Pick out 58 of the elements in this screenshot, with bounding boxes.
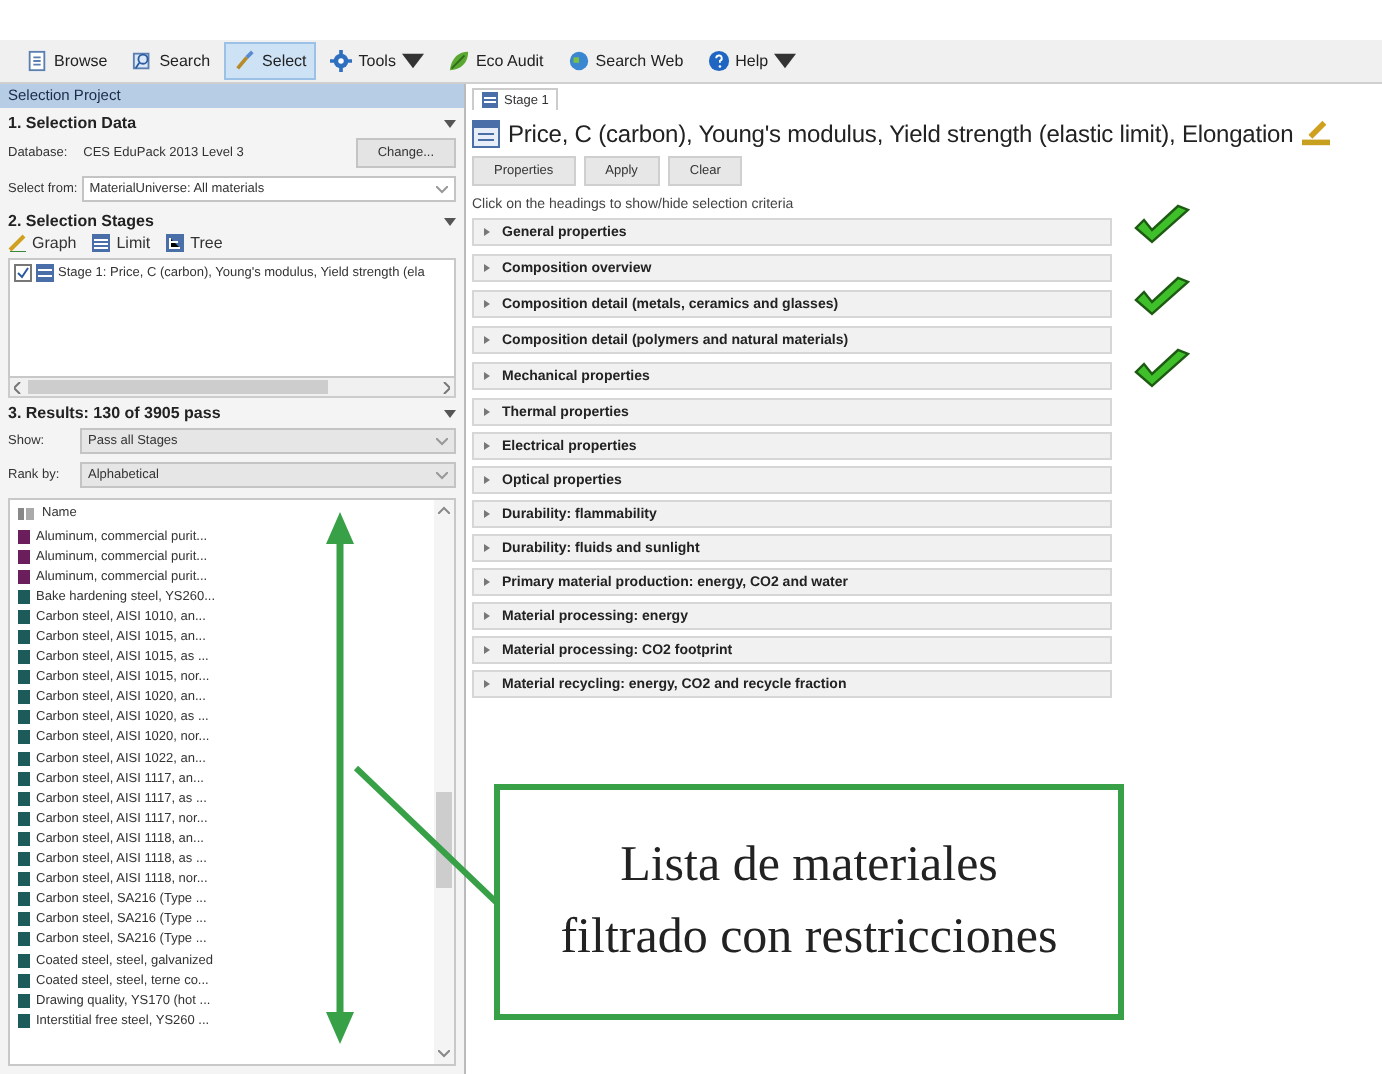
triangle-icon (484, 408, 490, 416)
triangle-icon (484, 578, 490, 586)
section-title: 3. Results: 130 of 3905 pass (8, 404, 221, 422)
edit-icon (1301, 120, 1330, 148)
tree-icon (166, 234, 185, 252)
column-icon (18, 507, 34, 519)
toolbar-button[interactable]: Tools (320, 42, 434, 80)
toolbar-button[interactable]: Browse (16, 42, 118, 80)
toolbar-button[interactable]: Search (121, 42, 221, 80)
table-icon (36, 264, 54, 282)
table-icon (482, 92, 498, 108)
section-title: 1. Selection Data (8, 114, 137, 132)
caret-icon (444, 409, 456, 417)
chart-icon (8, 234, 26, 252)
callout-text: Lista de materiales filtrado con restricciones (494, 784, 1124, 1020)
globe-icon (567, 50, 590, 72)
table-icon (472, 120, 500, 148)
triangle-icon (484, 336, 490, 344)
triangle-icon (484, 680, 490, 688)
triangle-icon (484, 612, 490, 620)
horizontal-scrollbar[interactable] (8, 378, 456, 398)
caret-icon (444, 217, 456, 225)
stage-tool-button[interactable]: Limit (92, 234, 151, 252)
triangle-icon (484, 372, 490, 380)
scrollbar-thumb[interactable] (436, 792, 452, 888)
scroll-left-icon (14, 381, 22, 393)
toolbar-button[interactable]: Select (224, 42, 317, 80)
document-icon (26, 50, 48, 72)
triangle-icon (484, 264, 490, 272)
stage-tool-button[interactable]: Tree (166, 234, 223, 252)
triangle-icon (484, 228, 490, 236)
triangle-icon (484, 300, 490, 308)
toolbar-button[interactable]: Eco Audit (437, 42, 554, 80)
scroll-right-icon (442, 381, 450, 393)
section-title: 2. Selection Stages (8, 212, 154, 230)
leaf-icon (447, 50, 470, 72)
triangle-icon (484, 544, 490, 552)
gear-icon (330, 50, 353, 72)
triangle-icon (484, 510, 490, 518)
triangle-icon (484, 442, 490, 450)
scroll-up-icon (438, 506, 450, 514)
checkbox[interactable] (14, 264, 32, 282)
chevron-icon (436, 437, 448, 445)
search-icon (131, 50, 154, 72)
vertical-scrollbar[interactable] (434, 500, 454, 1064)
stage-tool-button[interactable]: Graph (8, 234, 77, 252)
caret-icon (444, 119, 456, 127)
triangle-icon (484, 646, 490, 654)
toolbar-button[interactable]: Help (697, 42, 807, 80)
brush-icon (234, 50, 257, 72)
help-icon (707, 50, 730, 72)
table-icon (92, 234, 111, 252)
triangle-icon (484, 476, 490, 484)
chevron-icon (436, 185, 448, 193)
toolbar-button[interactable]: Search Web (557, 42, 694, 80)
chevron-icon (436, 471, 448, 479)
scroll-down-icon (438, 1050, 450, 1058)
stage-title: Price, C (carbon), Young's modulus, Yield strength (elastic limit), Elongation (508, 120, 1294, 148)
